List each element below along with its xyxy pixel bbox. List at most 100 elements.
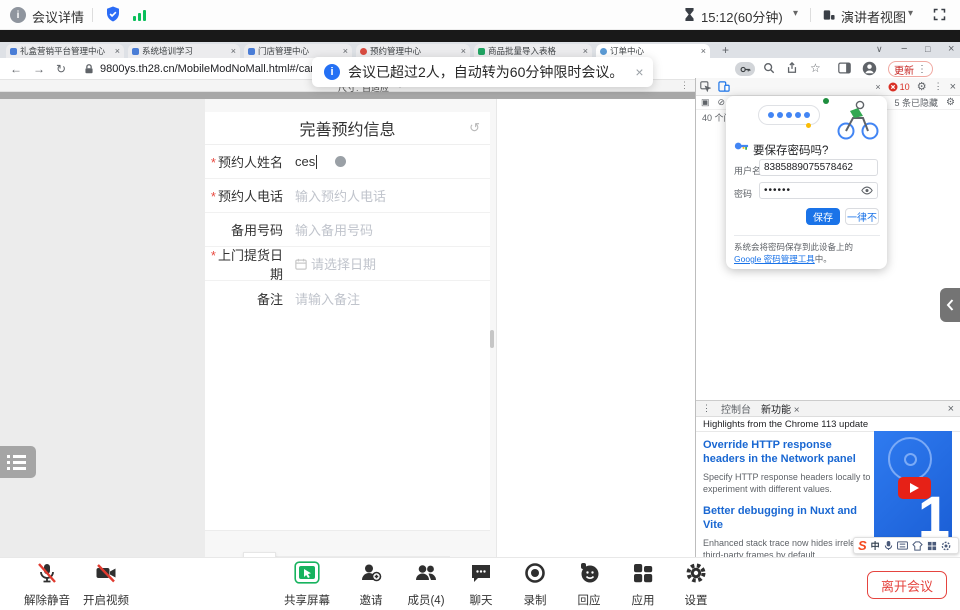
browser-tab[interactable]: 商品批量导入表格 × <box>474 44 592 58</box>
dialog-close-icon[interactable]: × <box>875 82 880 92</box>
console-sidebar-icon[interactable]: ▣ <box>701 97 710 108</box>
browser-tab[interactable]: 预约管理中心 × <box>356 44 470 58</box>
members-icon <box>414 561 438 585</box>
device-toggle-icon[interactable] <box>718 81 730 92</box>
show-password-eye-icon[interactable] <box>861 186 873 195</box>
tab-favicon <box>132 48 139 55</box>
tab-close-icon[interactable]: × <box>583 46 588 56</box>
tab-close-icon[interactable]: × <box>115 46 120 56</box>
tab-close-icon[interactable]: × <box>231 46 236 56</box>
settings-gear-icon <box>684 561 708 585</box>
field-name-row[interactable]: *预约人姓名 ces <box>205 145 490 179</box>
ime-grid-icon[interactable] <box>927 541 937 551</box>
meeting-details-label[interactable]: 会议详情 <box>32 7 84 26</box>
never-button[interactable]: 一律不 <box>845 208 879 225</box>
toolbar-share-screen[interactable]: 共享屏幕 <box>271 561 343 608</box>
tab-search-icon[interactable]: ∨ <box>876 44 883 55</box>
window-close-icon[interactable]: × <box>948 43 954 55</box>
view-caret-icon[interactable]: ▾ <box>908 8 913 19</box>
devtools-menu-icon[interactable]: ⋮ <box>934 81 943 92</box>
view-mode-label[interactable]: 演讲者视图 <box>841 7 906 26</box>
side-panel-icon[interactable] <box>838 62 851 74</box>
viewport-scrollbar[interactable] <box>490 330 494 348</box>
browser-tab-active[interactable]: 订单中心 × <box>596 44 710 58</box>
browser-tab[interactable]: 系统培训学习 × <box>128 44 240 58</box>
toolbar-settings[interactable]: 设置 <box>660 561 732 608</box>
password-key-icon[interactable] <box>735 62 755 76</box>
username-input[interactable]: 8385889075578462 <box>759 159 878 176</box>
ime-mic-icon[interactable] <box>884 540 893 551</box>
drawer-menu-icon[interactable]: ⋮ <box>702 403 711 414</box>
gray-dot-icon <box>335 156 346 167</box>
field-backup-row[interactable]: 备用号码 输入备用号码 <box>205 213 490 247</box>
window-maximize-icon[interactable]: □ <box>925 44 930 54</box>
chrome-update-button[interactable]: 更新 ⋮ <box>888 61 933 77</box>
devtools-close-icon[interactable]: × <box>950 81 956 93</box>
fullscreen-icon[interactable] <box>932 7 947 22</box>
tab-favicon <box>360 48 367 55</box>
field-remark-row[interactable]: 备注 请输入备注 <box>205 281 490 315</box>
member-list-toggle[interactable] <box>0 446 36 478</box>
chrome-113-video-thumbnail[interactable]: 1 <box>874 431 952 539</box>
devtools-settings-icon[interactable]: ⚙ <box>917 80 927 93</box>
whats-new-header: Highlights from the Chrome 113 update <box>696 417 960 432</box>
browser-tab[interactable]: 礼盒营销平台管理中心 × <box>6 44 124 58</box>
device-toolbar-menu-icon[interactable]: ⋮ <box>680 80 689 91</box>
drawer-tabbar: ⋮ 控制台 新功能 × × <box>696 400 960 417</box>
timer-caret-icon[interactable]: ▾ <box>793 8 798 19</box>
date-input-placeholder[interactable]: 请选择日期 <box>295 254 376 273</box>
ime-lang-toggle[interactable]: 中 <box>871 539 880 552</box>
toolbar-video[interactable]: 开启视频 <box>70 561 142 608</box>
new-tab-button[interactable]: + <box>722 43 729 57</box>
whats-new-link[interactable]: Better debugging in Nuxt and Vite <box>703 504 875 532</box>
ime-toolbar[interactable]: S 中 <box>853 537 959 554</box>
undo-icon[interactable]: ↺ <box>469 120 480 136</box>
tab-whats-new[interactable]: 新功能 × <box>761 401 800 416</box>
profile-avatar[interactable] <box>862 61 877 76</box>
tab-close-icon[interactable]: × <box>343 46 348 56</box>
back-icon[interactable]: ← <box>10 62 22 76</box>
backup-input-placeholder[interactable]: 输入备用号码 <box>295 220 373 239</box>
tab-close-icon[interactable]: × <box>701 46 706 56</box>
save-button[interactable]: 保存 <box>806 208 840 225</box>
ime-settings-icon[interactable] <box>941 541 951 551</box>
window-minimize-icon[interactable]: − <box>901 43 907 55</box>
network-signal-icon[interactable] <box>132 8 148 22</box>
remark-input-placeholder[interactable]: 请输入备注 <box>295 289 360 308</box>
error-badge-icon[interactable]: 10 <box>888 82 910 92</box>
console-clear-icon[interactable]: ⊘ <box>718 97 726 108</box>
camera-off-icon <box>94 561 118 585</box>
lock-icon[interactable] <box>84 63 94 75</box>
required-mark: * <box>211 248 216 263</box>
meeting-notification: i 会议已超过2人，自动转为60分钟限时会议。 × <box>312 57 653 87</box>
drawer-close-icon[interactable]: × <box>948 403 954 415</box>
password-manager-link[interactable]: Google 密码管理工具 <box>734 254 815 264</box>
tab-console[interactable]: 控制台 <box>721 401 751 416</box>
browser-tab[interactable]: 门店管理中心 × <box>244 44 352 58</box>
tab-close-icon[interactable]: × <box>461 46 466 56</box>
window-frame <box>0 30 960 42</box>
inspect-icon[interactable] <box>700 81 711 92</box>
reload-icon[interactable]: ↻ <box>56 62 66 76</box>
form-header: 完善预约信息 ↺ <box>205 112 490 145</box>
name-input-value[interactable]: ces <box>295 154 346 169</box>
bookmark-star-icon[interactable]: ☆ <box>810 61 821 75</box>
notification-close-icon[interactable]: × <box>635 64 643 80</box>
field-date-row[interactable]: *上门提货日期 请选择日期 <box>205 247 490 281</box>
field-phone-row[interactable]: *预约人电话 输入预约人电话 <box>205 179 490 213</box>
filter-settings-icon[interactable]: ⚙ <box>946 97 955 108</box>
password-input[interactable]: •••••• <box>759 182 878 199</box>
error-count: 10 <box>900 82 910 92</box>
whats-new-link[interactable]: Override HTTP response headers in the Ne… <box>703 438 875 466</box>
phone-input-placeholder[interactable]: 输入预约人电话 <box>295 186 386 205</box>
zoom-icon[interactable] <box>763 62 775 74</box>
leave-meeting-button[interactable]: 离开会议 <box>867 571 947 599</box>
forward-icon[interactable]: → <box>33 62 45 76</box>
ime-skin-icon[interactable] <box>912 541 923 551</box>
share-page-icon[interactable] <box>786 62 798 74</box>
panel-collapse-handle[interactable] <box>940 288 960 322</box>
security-shield-icon[interactable] <box>104 5 122 23</box>
ime-keyboard-icon[interactable] <box>897 541 908 550</box>
meeting-info-icon[interactable]: i <box>10 7 26 23</box>
calendar-icon <box>295 258 307 270</box>
